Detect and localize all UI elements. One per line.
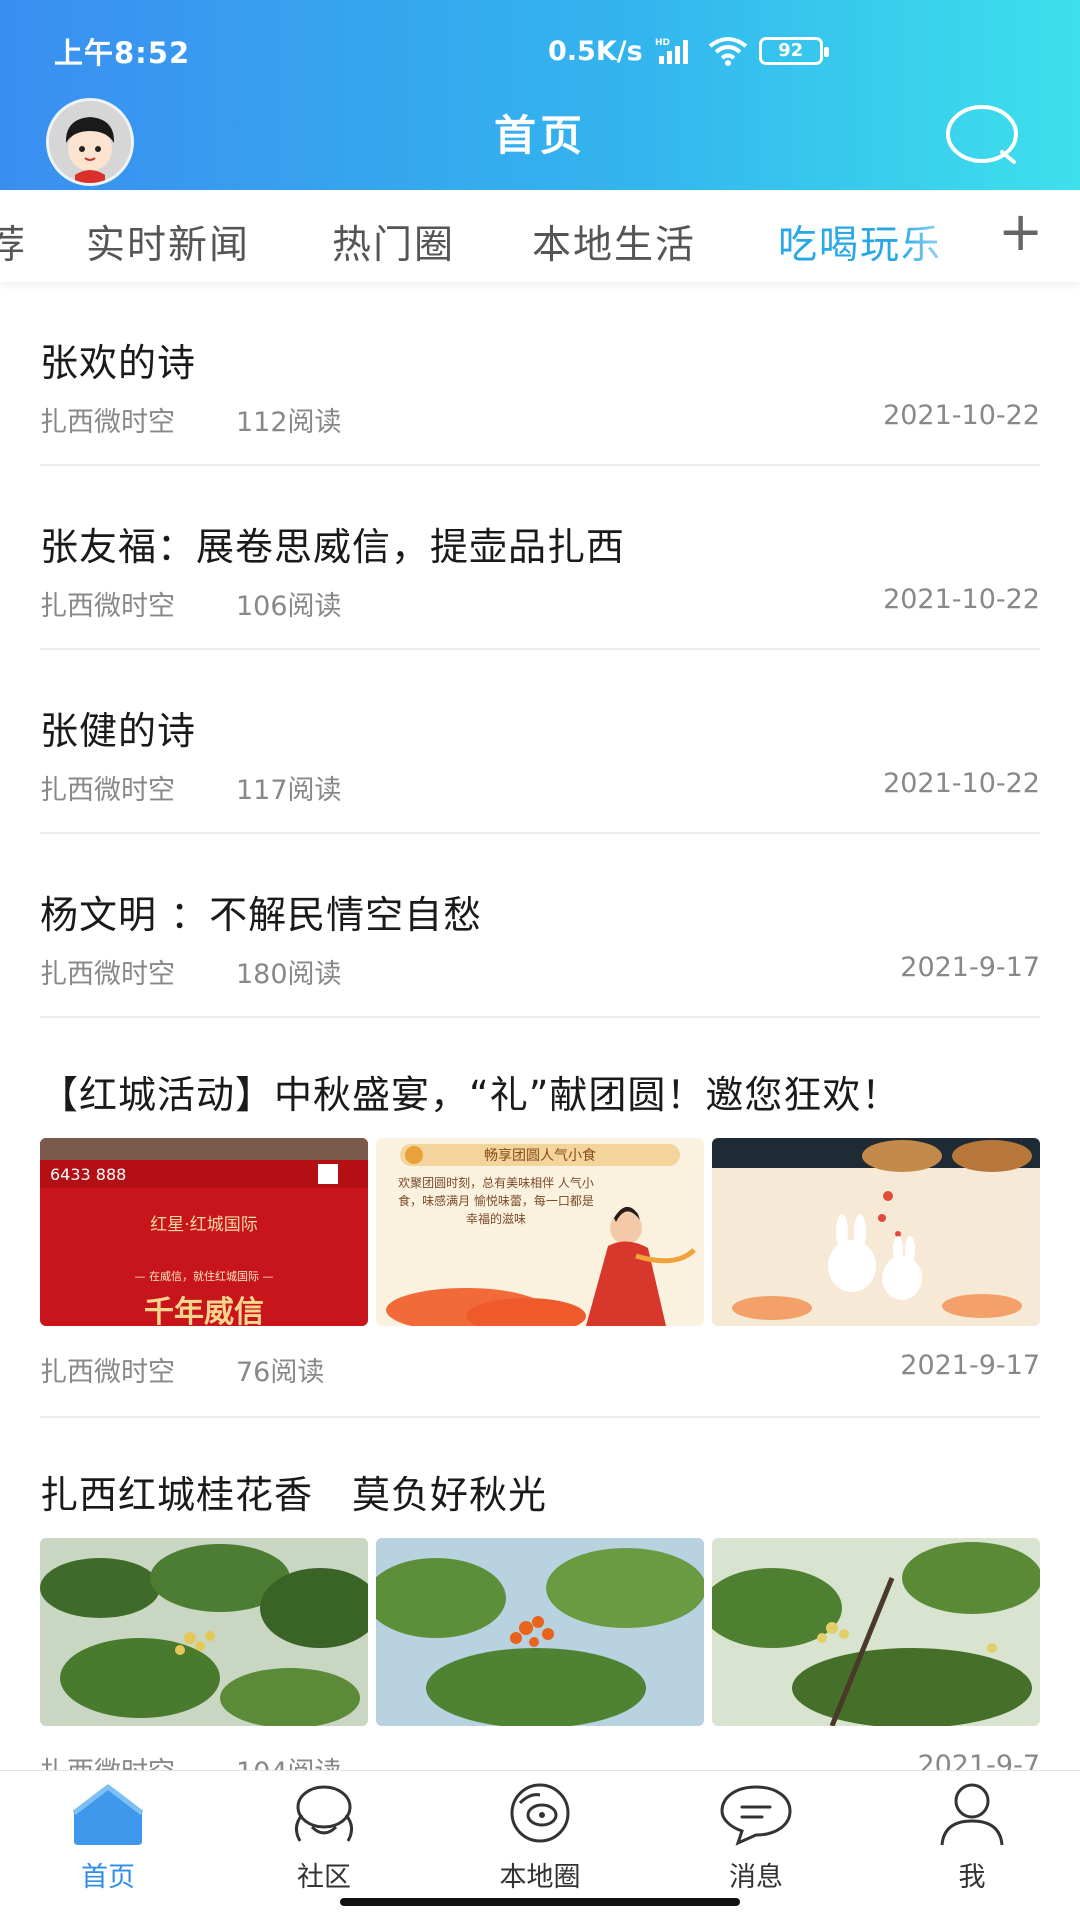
nav-label: 本地圈 — [499, 1862, 581, 1893]
item-reads: 104阅读 — [236, 1750, 342, 1770]
tab-recommend[interactable]: 荐 — [0, 214, 27, 270]
nav-home[interactable]: 首页 — [28, 1781, 188, 1894]
item-title: 杨文明 ：不解民情空自愁 — [40, 893, 483, 937]
item-source: 扎西微时空 — [40, 1750, 175, 1770]
item-meta: 扎西微时空 106阅读 2021-10-22 — [40, 584, 1040, 624]
message-icon — [720, 1785, 792, 1846]
item-title: 张欢的诗 — [40, 341, 197, 385]
status-time: 上午8:52 — [54, 36, 191, 70]
list-item[interactable]: 张友福：展卷思威信，提壶品扎西 扎西微时空 106阅读 2021-10-22 — [40, 466, 1040, 650]
item-title: 张健的诗 — [40, 709, 197, 753]
wifi-icon — [707, 36, 749, 66]
tab-fade-overlay — [900, 190, 990, 282]
nav-local-circle[interactable]: 本地圈 — [460, 1781, 620, 1894]
item-source: 扎西微时空 — [40, 775, 175, 806]
item-reads: 76阅读 — [236, 1357, 325, 1388]
item-date: 2021-9-17 — [900, 1350, 1040, 1381]
add-tab-button[interactable]: + — [998, 204, 1043, 260]
list-item[interactable]: 张健的诗 扎西微时空 117阅读 2021-10-22 — [40, 650, 1040, 834]
item-title: 张友福：展卷思威信，提壶品扎西 — [40, 525, 626, 569]
thumbnail-snacks-poster[interactable]: 畅享团圆人气小食 欢聚团圆时刻，总有美味相伴 人气小食，味感满月 愉悦味蕾，每一… — [376, 1138, 704, 1326]
item-source: 扎西微时空 — [40, 959, 175, 990]
item-source: 扎西微时空 — [40, 407, 175, 438]
status-indicators: 0.5K/s HD 92 — [548, 30, 829, 72]
item-source: 扎西微时空 — [40, 1357, 175, 1388]
list-item[interactable]: 【红城活动】中秋盛宴，“礼”献团圆！邀您狂欢！ 6433 888 红星·红城国际… — [40, 1018, 1040, 1418]
poster-brand: 红星·红城国际 — [150, 1215, 257, 1235]
nav-label: 消息 — [729, 1862, 783, 1893]
poster-slogan: — 在威信，就住红城国际 — — [135, 1269, 274, 1283]
item-date: 2021-10-22 — [883, 768, 1040, 799]
snacks-heading: 畅享团圆人气小食 — [484, 1147, 596, 1164]
tab-realtime-news[interactable]: 实时新闻 — [86, 214, 250, 270]
nav-label: 社区 — [297, 1862, 351, 1893]
tab-hot-circles[interactable]: 热门圈 — [332, 214, 455, 270]
item-date: 2021-10-22 — [883, 400, 1040, 431]
image-row: 6433 888 红星·红城国际 — 在威信，就住红城国际 — 千年威信 畅享团… — [40, 1138, 1040, 1326]
thumbnail-rabbit-illustration[interactable] — [712, 1138, 1040, 1326]
nav-messages[interactable]: 消息 — [676, 1781, 836, 1894]
community-icon — [295, 1785, 353, 1842]
item-date: 2021-10-22 — [883, 584, 1040, 615]
thumbnail-osmanthus-photo[interactable] — [40, 1538, 368, 1726]
thumbnail-orange-osmanthus-photo[interactable] — [376, 1538, 704, 1726]
tab-local-life[interactable]: 本地生活 — [532, 214, 696, 270]
page-title: 首页 — [493, 111, 586, 160]
thumbnail-promo-poster[interactable]: 6433 888 红星·红城国际 — 在威信，就住红城国际 — 千年威信 — [40, 1138, 368, 1326]
list-item[interactable]: 扎西红城桂花香 莫负好秋光 2021-9-7 — [40, 1418, 1040, 1770]
status-bar: 上午8:52 0.5K/s HD 92 — [0, 30, 1080, 72]
battery-icon: 92 — [758, 37, 829, 65]
poster-phone: 6433 888 — [50, 1165, 126, 1184]
item-meta: 扎西微时空 112阅读 2021-10-22 — [40, 400, 1040, 440]
item-meta: 扎西微时空 180阅读 2021-9-17 — [40, 952, 1040, 992]
nav-profile[interactable]: 我 — [892, 1781, 1052, 1894]
home-icon — [72, 1784, 144, 1845]
list-item[interactable]: 杨文明 ：不解民情空自愁 扎西微时空 180阅读 2021-9-17 — [40, 834, 1040, 1018]
item-title: 【红城活动】中秋盛宴，“礼”献团圆！邀您狂欢！ — [40, 1073, 901, 1117]
top-header: 上午8:52 0.5K/s HD 92 首页 — [0, 0, 1080, 190]
nav-community[interactable]: 社区 — [244, 1781, 404, 1894]
snacks-text: 欢聚团圆时刻，总有美味相伴 人气小食，味感满月 愉悦味蕾，每一口都是幸福的滋味 — [398, 1176, 594, 1226]
item-source: 扎西微时空 — [40, 591, 175, 622]
battery-level: 92 — [778, 40, 804, 61]
local-circle-icon — [510, 1783, 570, 1843]
item-reads: 180阅读 — [236, 959, 342, 990]
item-meta: 扎西微时空 117阅读 2021-10-22 — [40, 768, 1040, 808]
item-reads: 112阅读 — [236, 407, 342, 438]
search-button[interactable] — [944, 100, 1024, 170]
svg-text:HD: HD — [655, 38, 670, 48]
item-date: 2021-9-7 — [917, 1750, 1040, 1770]
item-reads: 117阅读 — [236, 775, 342, 806]
image-row — [40, 1538, 1040, 1726]
category-tabs: 荐 实时新闻 热门圈 本地生活 吃喝玩乐 + — [0, 190, 1080, 282]
list-item[interactable]: 张欢的诗 扎西微时空 112阅读 2021-10-22 — [40, 282, 1040, 466]
network-speed: 0.5K/s — [548, 35, 643, 67]
profile-icon — [940, 1783, 1004, 1846]
search-icon — [946, 105, 1018, 164]
nav-label: 我 — [958, 1862, 986, 1893]
news-feed: 张欢的诗 扎西微时空 112阅读 2021-10-22 张友福：展卷思威信，提壶… — [40, 282, 1040, 1770]
item-meta: 扎西微时空 104阅读 2021-9-7 — [40, 1750, 1040, 1770]
poster-big-text: 千年威信 — [144, 1295, 264, 1326]
home-indicator[interactable] — [340, 1898, 740, 1906]
item-reads: 106阅读 — [236, 591, 342, 622]
item-title: 扎西红城桂花香 莫负好秋光 — [40, 1473, 548, 1517]
item-date: 2021-9-17 — [900, 952, 1040, 983]
nav-label: 首页 — [81, 1862, 135, 1893]
thumbnail-osmanthus-branch-photo[interactable] — [712, 1538, 1040, 1726]
signal-icon: HD — [653, 36, 697, 66]
item-meta: 扎西微时空 76阅读 2021-9-17 — [40, 1350, 1040, 1390]
